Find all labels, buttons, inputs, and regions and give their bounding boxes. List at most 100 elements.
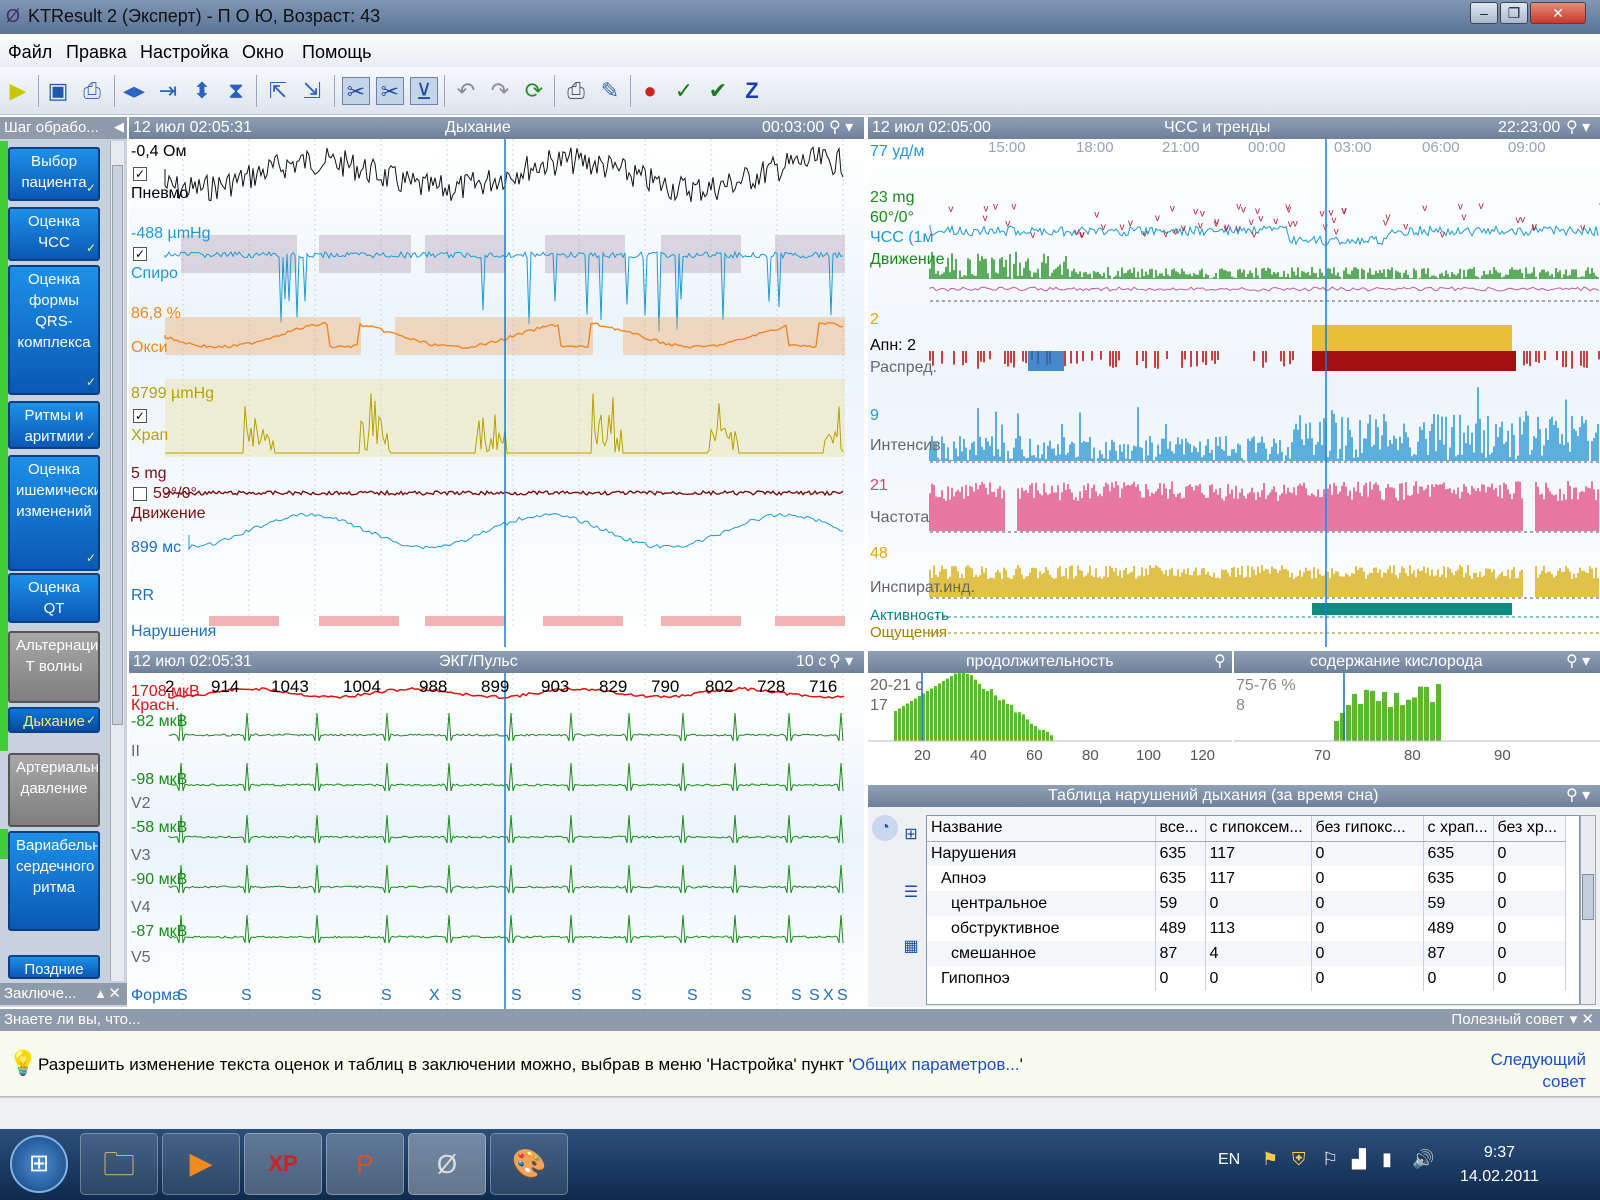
close-button[interactable]: ✕ — [1530, 2, 1586, 24]
report-icon[interactable]: ✎ — [596, 77, 624, 105]
table-column-header[interactable]: все... — [1155, 816, 1206, 842]
table-row[interactable]: обструктивное 489 113 0 489 0 — [927, 916, 1566, 941]
redo-icon[interactable]: ↷ — [486, 77, 514, 105]
print-preview-icon[interactable]: ⎙ — [78, 77, 106, 105]
oxygen-histogram[interactable]: 75-76 % 8 70 80 90 — [1234, 673, 1600, 773]
duration-hist-bar — [906, 703, 909, 741]
filter-icon[interactable]: ⊻ — [410, 77, 438, 105]
duration-hist-bar — [966, 673, 969, 741]
menu-window[interactable]: Окно — [242, 42, 284, 63]
list-view-icon[interactable]: ☰ — [898, 873, 924, 913]
printer-icon[interactable]: ⎙ — [562, 77, 590, 105]
cut-tool-icon[interactable]: ✂ — [342, 77, 370, 105]
table-row[interactable]: центральное 59 0 0 59 0 — [927, 891, 1566, 916]
collapse-left-icon[interactable]: ◀ — [114, 119, 124, 135]
marker-right-icon[interactable]: ⇲ — [298, 77, 326, 105]
step-11[interactable]: Поздние — [8, 955, 100, 979]
step-1[interactable]: Выбор пациента ✓ — [8, 147, 100, 201]
hrap-checkbox[interactable]: ✓ — [133, 409, 147, 423]
powerpoint-task-icon[interactable]: P — [326, 1133, 404, 1195]
pnevmo-checkbox[interactable]: ✓ — [133, 167, 147, 181]
xp-task-icon[interactable]: XP — [244, 1133, 322, 1195]
step-7[interactable]: Альтернация Т волны — [8, 631, 100, 703]
table-row[interactable]: Гипопноэ 0 0 0 0 0 — [927, 966, 1566, 991]
table-row[interactable]: Апноэ 635 117 0 635 0 — [927, 866, 1566, 891]
step-10[interactable]: Вариабельность сердечного ритма — [8, 831, 100, 931]
table-row[interactable]: смешанное 87 4 0 87 0 — [927, 941, 1566, 966]
undo-icon[interactable]: ↶ — [452, 77, 480, 105]
fit-vertical-icon[interactable]: ⧗ — [222, 77, 250, 105]
move-checkbox[interactable] — [133, 487, 147, 501]
step-8[interactable]: Дыхание ✓ — [8, 707, 100, 733]
refresh-icon[interactable]: ⟳ — [520, 77, 548, 105]
duration-histogram[interactable]: 20-21 с 17 20 40 60 80 100 120 — [868, 673, 1232, 773]
expand-horizontal-icon[interactable]: ◂▸ — [120, 77, 148, 105]
menu-edit[interactable]: Правка — [66, 42, 127, 63]
trends-plot-area[interactable]: vvvvvvvvvvvvvvvvvvvvvvvvvvvvvvvvvvvvvvvv… — [868, 139, 1600, 647]
minimize-button[interactable]: – — [1470, 2, 1498, 24]
table-view-icon[interactable]: ▦ — [898, 927, 924, 967]
media-player-task-icon[interactable]: ▶ — [162, 1133, 240, 1195]
tray-volume-icon[interactable]: 🔊 — [1412, 1149, 1434, 1170]
duration-hist-bar — [950, 676, 953, 741]
tray-power-icon[interactable]: ▮ — [1382, 1149, 1392, 1170]
clock[interactable]: 9:37 14.02.2011 — [1460, 1141, 1539, 1189]
step-6[interactable]: Оценка QT — [8, 573, 100, 623]
maximize-button[interactable]: ❐ — [1500, 2, 1528, 24]
z-icon[interactable]: Z — [738, 77, 766, 105]
spiro-checkbox[interactable]: ✓ — [133, 247, 147, 261]
tree-view-icon[interactable]: ⊞ — [898, 815, 924, 855]
menu-help[interactable]: Помощь — [302, 42, 372, 63]
fit-horizontal-icon[interactable]: ⇥ — [154, 77, 182, 105]
oxygen-zoom-icon[interactable]: ⚲ ▾ — [1566, 651, 1590, 673]
language-indicator[interactable]: EN — [1218, 1151, 1240, 1169]
clock-icon[interactable]: ◔ — [872, 815, 898, 841]
tray-shield-icon[interactable]: ⛨ — [1292, 1149, 1306, 1170]
steps-scrollbar[interactable] — [110, 141, 124, 981]
pnevmo-label: Пневмо — [131, 185, 189, 202]
close-conclusion-icon[interactable]: ▴ ✕ — [97, 984, 121, 1002]
breath-plot-area[interactable]: -0,4 Ом ✓ Пневмо -488 µmHg ✓ Спиро 86,8 … — [129, 139, 864, 647]
tray-network-icon[interactable]: ▟ — [1352, 1149, 1366, 1170]
trends-zoom-menu-icon[interactable]: ⚲ ▾ — [1566, 117, 1590, 139]
tip-link[interactable]: Общих параметров... — [852, 1055, 1020, 1074]
step-3[interactable]: Оценка формы QRS-комплекса ✓ — [8, 265, 100, 395]
table-column-header[interactable]: Название — [927, 816, 1156, 842]
table-zoom-icon[interactable]: ⚲ ▾ — [1566, 785, 1590, 807]
step-2[interactable]: Оценка ЧСС ✓ — [8, 207, 100, 261]
step-5[interactable]: Оценка ишемических изменений✓ — [8, 455, 100, 571]
ecg-zoom-menu-icon[interactable]: ⚲ ▾ — [829, 651, 853, 673]
explorer-task-icon[interactable]: 🗀 — [80, 1133, 158, 1195]
next-tip-link[interactable]: Следующий совет — [1491, 1049, 1586, 1093]
ktresult-task-icon[interactable]: Ø — [408, 1133, 486, 1195]
tray-action-center-icon[interactable]: ⚐ — [1322, 1149, 1338, 1170]
check-all-icon[interactable]: ✔ — [704, 77, 732, 105]
zoom-menu-icon[interactable]: ⚲ ▾ — [829, 117, 853, 139]
oxygen-hist-bar — [1334, 721, 1339, 741]
beat-label: S — [809, 987, 820, 1004]
table-column-header[interactable]: с гипоксем... — [1205, 816, 1312, 842]
tray-flag-icon[interactable]: ⚑ — [1262, 1149, 1278, 1170]
table-scrollbar[interactable] — [1580, 815, 1596, 1005]
menu-settings[interactable]: Настройка — [140, 42, 229, 63]
duration-zoom-icon[interactable]: ⚲ — [1214, 651, 1226, 673]
cut-tool-2-icon[interactable]: ✂ — [376, 77, 404, 105]
hr-event-marker: v — [1403, 221, 1408, 232]
check-icon[interactable]: ✓ — [670, 77, 698, 105]
table-column-header[interactable]: без хр... — [1493, 816, 1566, 842]
step-4[interactable]: Ритмы и аритмии ✓ — [8, 401, 100, 449]
close-tips-icon[interactable]: ▾ ✕ — [1570, 1010, 1594, 1028]
stop-icon[interactable]: ● — [636, 77, 664, 105]
start-button[interactable]: ⊞ — [10, 1135, 68, 1193]
save-icon[interactable]: ▣ — [44, 77, 72, 105]
paint-task-icon[interactable]: 🎨 — [490, 1133, 568, 1195]
ecg-plot-area[interactable]: 2 914 1043 1004 988 899 903 829 790 802 728 716 1708… — [129, 673, 864, 1009]
step-9[interactable]: Артериальное давление — [8, 753, 100, 827]
marker-left-icon[interactable]: ⇱ — [264, 77, 292, 105]
play-icon[interactable]: ▶ — [4, 77, 32, 105]
expand-vertical-icon[interactable]: ⬍ — [188, 77, 216, 105]
table-row[interactable]: Нарушения 635 117 0 635 0 — [927, 841, 1566, 866]
table-column-header[interactable]: с храп... — [1423, 816, 1494, 842]
menu-file[interactable]: Файл — [8, 42, 52, 63]
table-column-header[interactable]: без гипокс... — [1311, 816, 1424, 842]
